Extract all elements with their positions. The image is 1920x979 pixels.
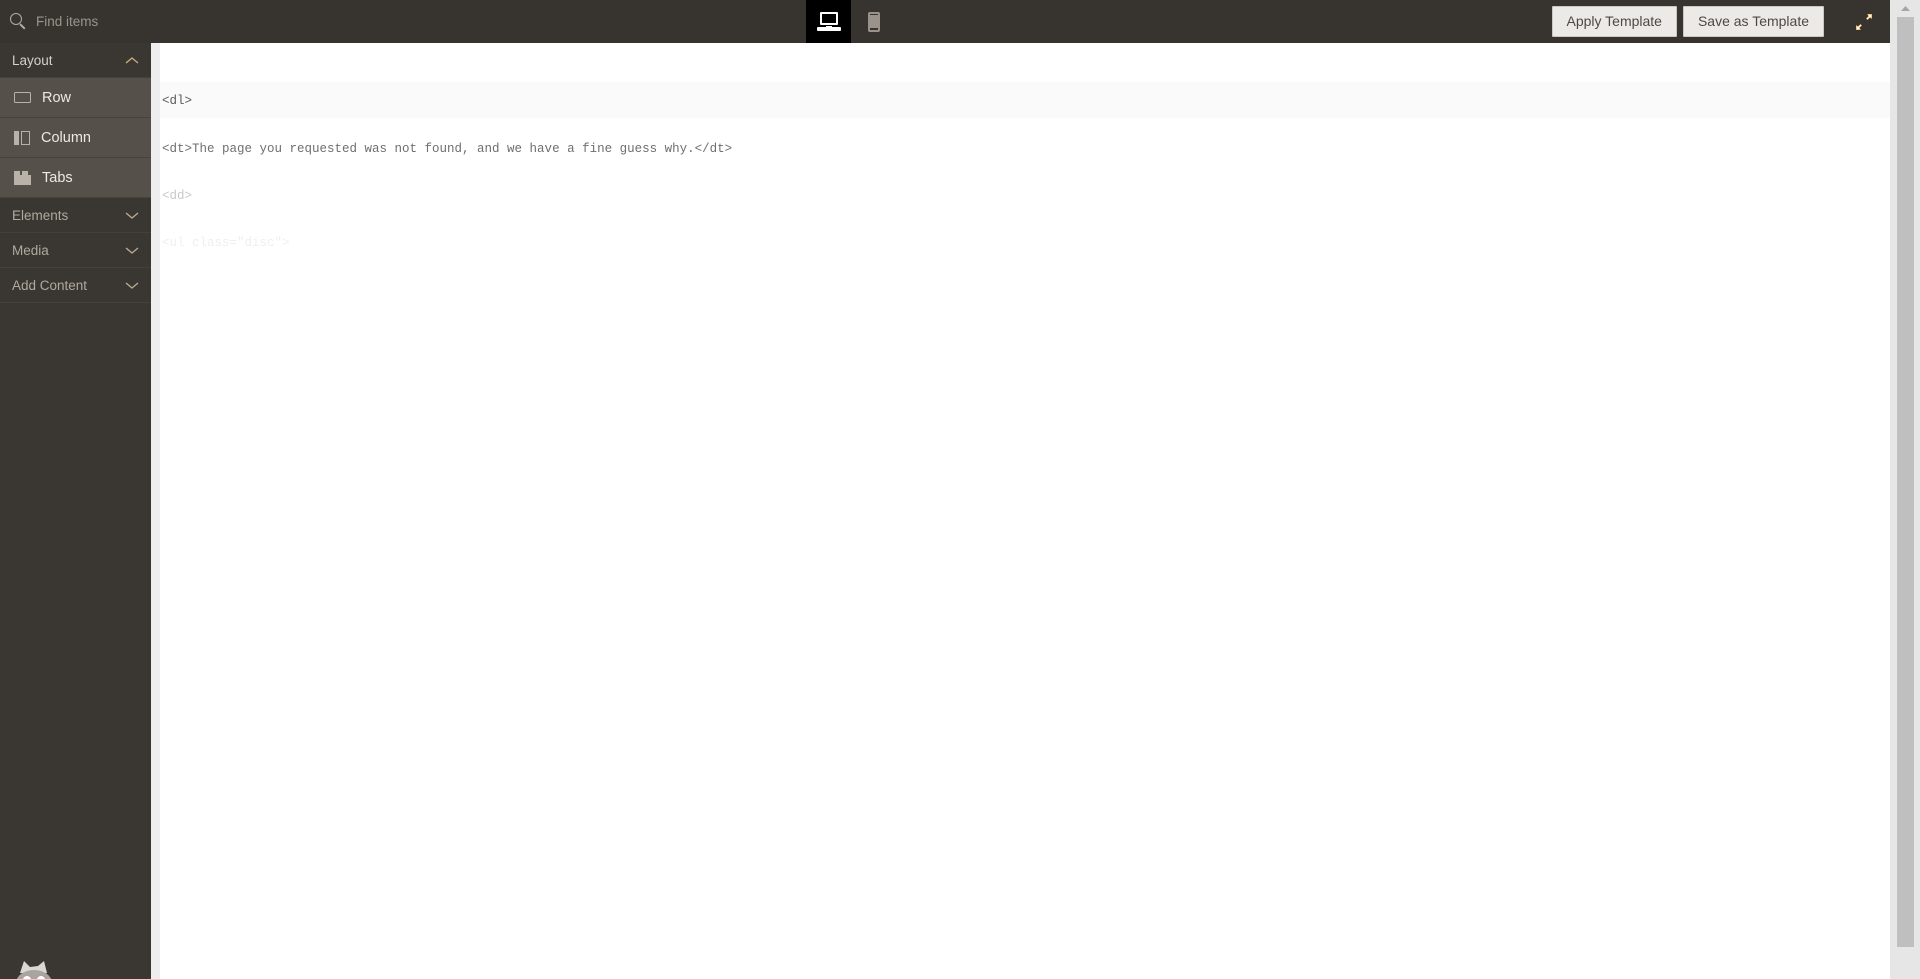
sidebar-item-label-column: Column	[41, 129, 91, 146]
chevron-down-icon	[125, 246, 139, 255]
column-icon	[14, 130, 30, 145]
row-icon	[14, 92, 31, 103]
code-line: <dd>	[162, 188, 193, 203]
sidebar-group-label-layout: Layout	[12, 52, 53, 68]
sidebar-item-label-row: Row	[42, 89, 72, 106]
laptop-icon	[816, 12, 841, 31]
device-toggle-desktop[interactable]	[806, 0, 852, 43]
code-line: <dt>The page you requested was not found…	[162, 141, 733, 156]
chevron-up-icon	[125, 56, 139, 65]
collapse-arrows-icon	[1854, 12, 1874, 32]
code-line: <dl>	[162, 94, 193, 109]
canvas-content-area[interactable]: <dl> <dt>The page you requested was not …	[160, 43, 1890, 979]
device-preview-toggle-group	[806, 0, 896, 43]
tabs-icon	[14, 170, 31, 185]
scroll-up-arrow-icon[interactable]	[1890, 0, 1920, 17]
sidebar-content-gutter	[151, 43, 160, 979]
sidebar-group-media[interactable]: Media	[0, 233, 151, 268]
template-actions: Apply Template Save as Template	[1551, 6, 1824, 37]
sidebar-group-label-elements: Elements	[12, 207, 69, 223]
sidebar-group-label-media: Media	[12, 242, 49, 258]
page-scrollbar[interactable]	[1890, 0, 1920, 979]
sidebar-item-row[interactable]: Row	[0, 78, 151, 118]
save-as-template-button[interactable]: Save as Template	[1682, 6, 1824, 37]
sidebar-item-column[interactable]: Column	[0, 118, 151, 158]
sidebar-group-layout[interactable]: Layout	[0, 43, 151, 78]
sidebar-item-tabs[interactable]: Tabs	[0, 158, 151, 198]
code-preview: <dl> <dt>The page you requested was not …	[160, 63, 1890, 283]
device-toggle-mobile[interactable]	[851, 0, 896, 43]
chevron-down-icon	[125, 211, 139, 220]
search-box[interactable]	[0, 0, 151, 43]
cat-logo-icon	[14, 953, 58, 979]
code-line: <ul class="disc">	[162, 235, 290, 250]
left-sidebar: Layout Row Column Tabs Elements Media Ad…	[0, 43, 151, 979]
sidebar-group-add-content[interactable]: Add Content	[0, 268, 151, 303]
sidebar-group-label-add-content: Add Content	[12, 277, 88, 293]
apply-template-button[interactable]: Apply Template	[1551, 6, 1677, 37]
collapse-button[interactable]	[1842, 0, 1886, 43]
top-toolbar: Apply Template Save as Template	[0, 0, 1890, 43]
phone-icon	[867, 11, 880, 32]
search-icon	[10, 13, 27, 30]
search-input[interactable]	[36, 14, 146, 29]
sidebar-footer	[0, 919, 151, 979]
scrollbar-thumb[interactable]	[1897, 17, 1914, 947]
sidebar-item-label-tabs: Tabs	[42, 169, 73, 186]
sidebar-group-elements[interactable]: Elements	[0, 198, 151, 233]
chevron-down-icon	[125, 281, 139, 290]
